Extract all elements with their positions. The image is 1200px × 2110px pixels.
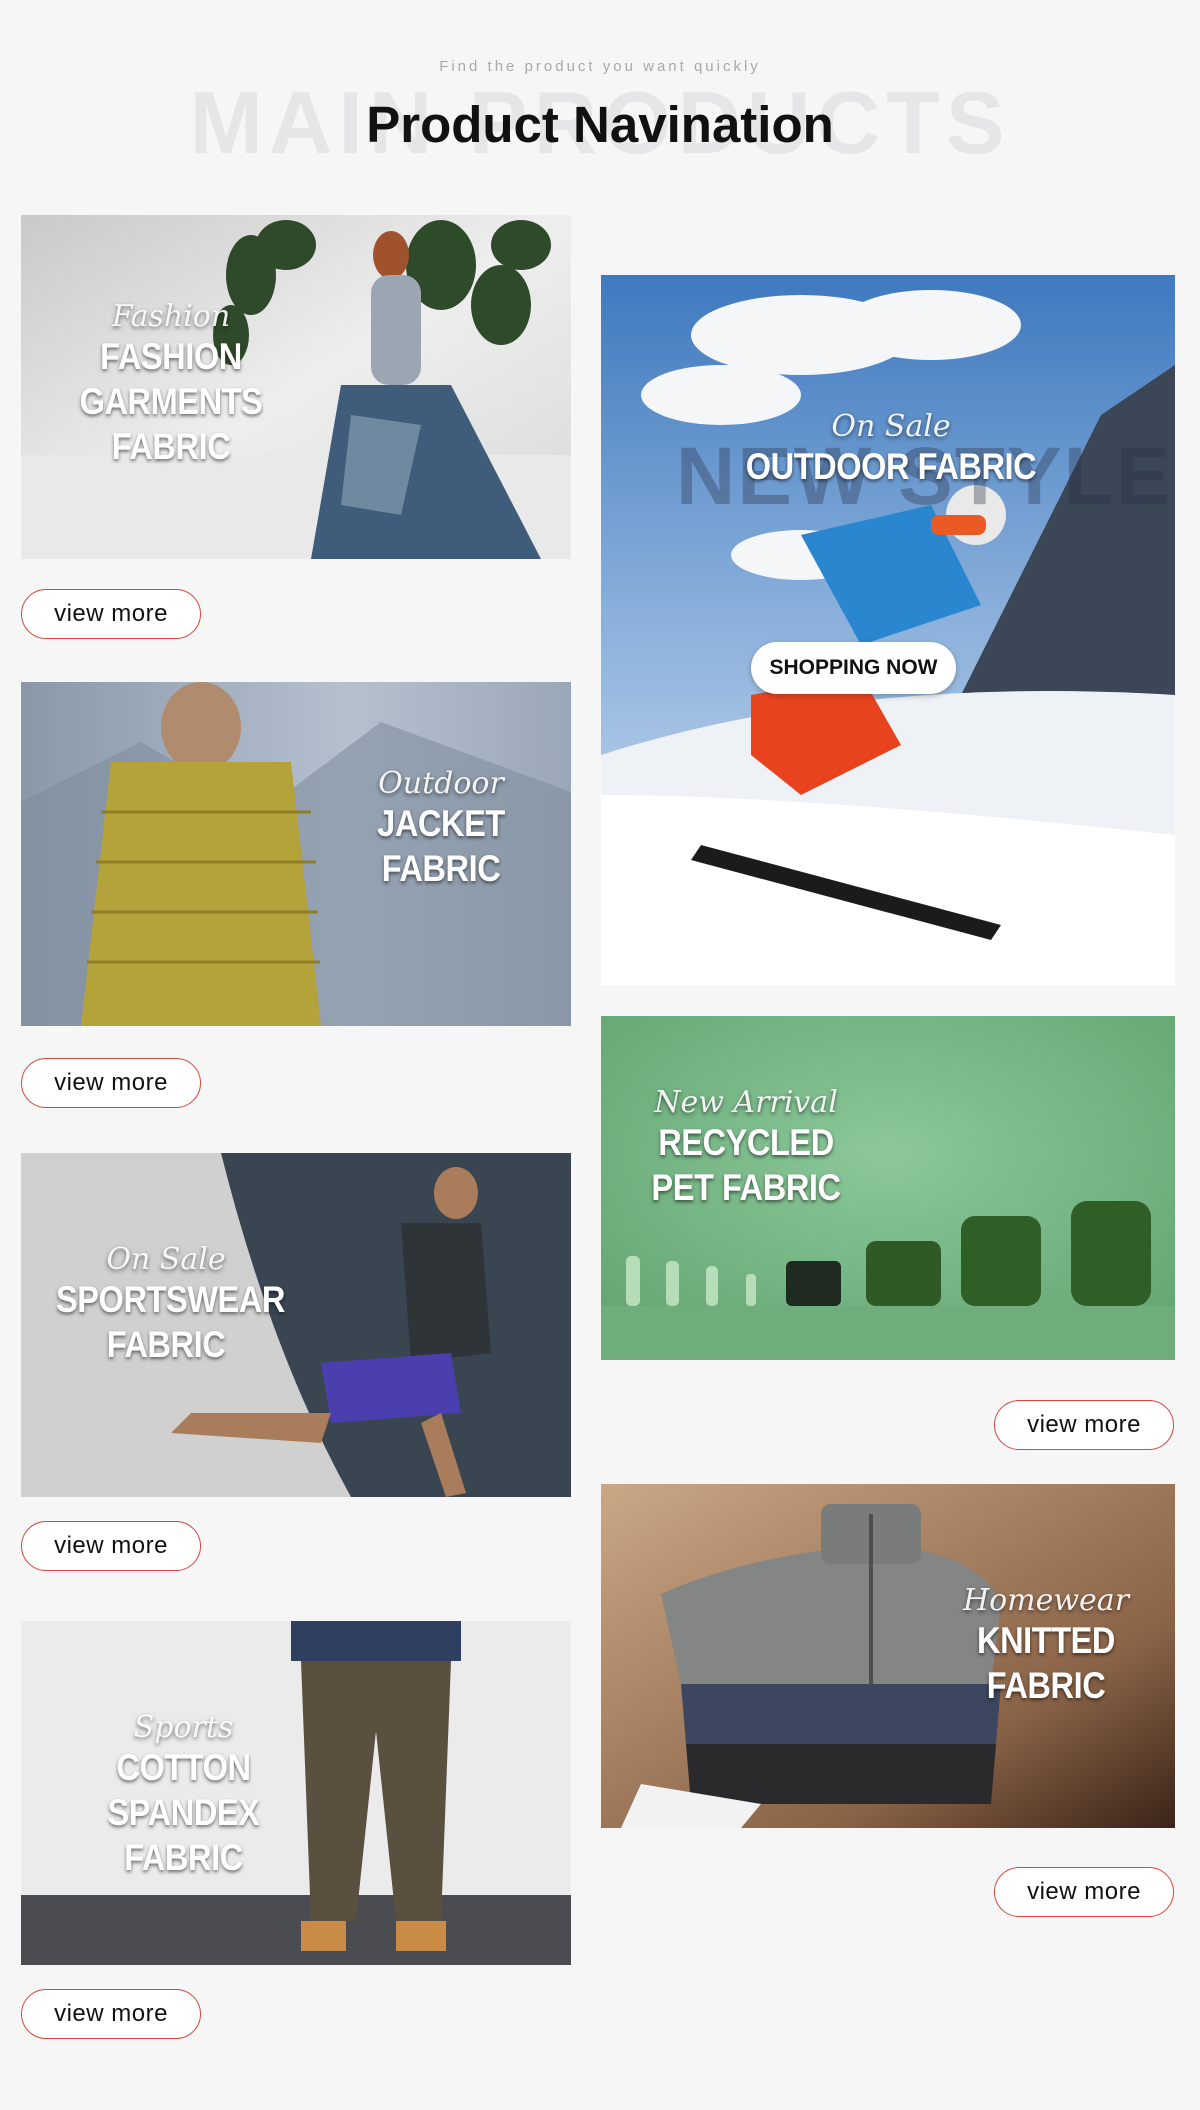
card-title-line: RECYCLED [658, 1122, 834, 1163]
view-more-button-knitted[interactable]: view more [994, 1867, 1174, 1917]
card-script-label: New Arrival [654, 1085, 838, 1120]
view-more-button-sportswear[interactable]: view more [21, 1521, 201, 1571]
product-card-recycled-pet[interactable]: New Arrival RECYCLED PET FABRIC [601, 1016, 1175, 1360]
card-caption: New Arrival RECYCLED PET FABRIC [626, 1086, 866, 1210]
view-more-button-fashion[interactable]: view more [21, 589, 201, 639]
view-more-button-jacket[interactable]: view more [21, 1058, 201, 1108]
card-caption: On Sale OUTDOOR FABRIC [711, 410, 1071, 489]
skier-image [601, 275, 1175, 985]
card-caption: On Sale SPORTSWEAR FABRIC [41, 1243, 291, 1367]
card-title-line: COTTON SPANDEX [107, 1747, 260, 1833]
product-card-cotton-spandex[interactable]: Sports COTTON SPANDEX FABRIC [21, 1621, 571, 1965]
card-script-label: On Sale [831, 409, 951, 444]
card-title-line: OUTDOOR FABRIC [745, 446, 1037, 487]
card-caption: Fashion FASHION GARMENTS FABRIC [61, 300, 281, 469]
page-title: Product Navination [366, 96, 834, 153]
card-script-label: Sports [133, 1710, 234, 1745]
product-card-sportswear[interactable]: On Sale SPORTSWEAR FABRIC [21, 1153, 571, 1497]
card-title-line: FABRIC [986, 1665, 1106, 1706]
card-title-line: FABRIC [381, 848, 501, 889]
card-script-label: Homewear [962, 1583, 1130, 1618]
shopping-now-button[interactable]: SHOPPING NOW [751, 642, 956, 694]
card-script-label: On Sale [106, 1242, 226, 1277]
card-title-line: PET FABRIC [651, 1167, 841, 1208]
card-caption: Sports COTTON SPANDEX FABRIC [41, 1711, 326, 1880]
product-card-fashion-garments[interactable]: Fashion FASHION GARMENTS FABRIC [21, 215, 571, 559]
section-header: Find the product you want quickly MAIN P… [0, 0, 1200, 200]
card-caption: Outdoor JACKET FABRIC [341, 767, 541, 891]
product-card-jacket[interactable]: Outdoor JACKET FABRIC [21, 682, 571, 1026]
card-title-line: FASHION [100, 336, 242, 377]
card-title-line: GARMENTS [79, 381, 263, 422]
view-more-button-cotton-spandex[interactable]: view more [21, 1989, 201, 2039]
product-card-knitted[interactable]: Homewear KNITTED FABRIC [601, 1484, 1175, 1828]
card-title-line: FABRIC [106, 1324, 226, 1365]
card-title-line: SPORTSWEAR [56, 1279, 285, 1320]
card-script-label: Outdoor [378, 766, 504, 801]
card-title-line: FABRIC [124, 1837, 243, 1878]
card-caption: Homewear KNITTED FABRIC [961, 1584, 1131, 1708]
card-title-line: FABRIC [111, 426, 231, 467]
card-script-label: Fashion [111, 299, 231, 334]
product-card-outdoor-banner[interactable]: NEW STYLE On Sale OUTDOOR FABRIC SHOPPIN… [601, 275, 1175, 985]
card-title-line: KNITTED [976, 1620, 1115, 1661]
card-title-line: JACKET [377, 803, 505, 844]
view-more-button-recycled-pet[interactable]: view more [994, 1400, 1174, 1450]
